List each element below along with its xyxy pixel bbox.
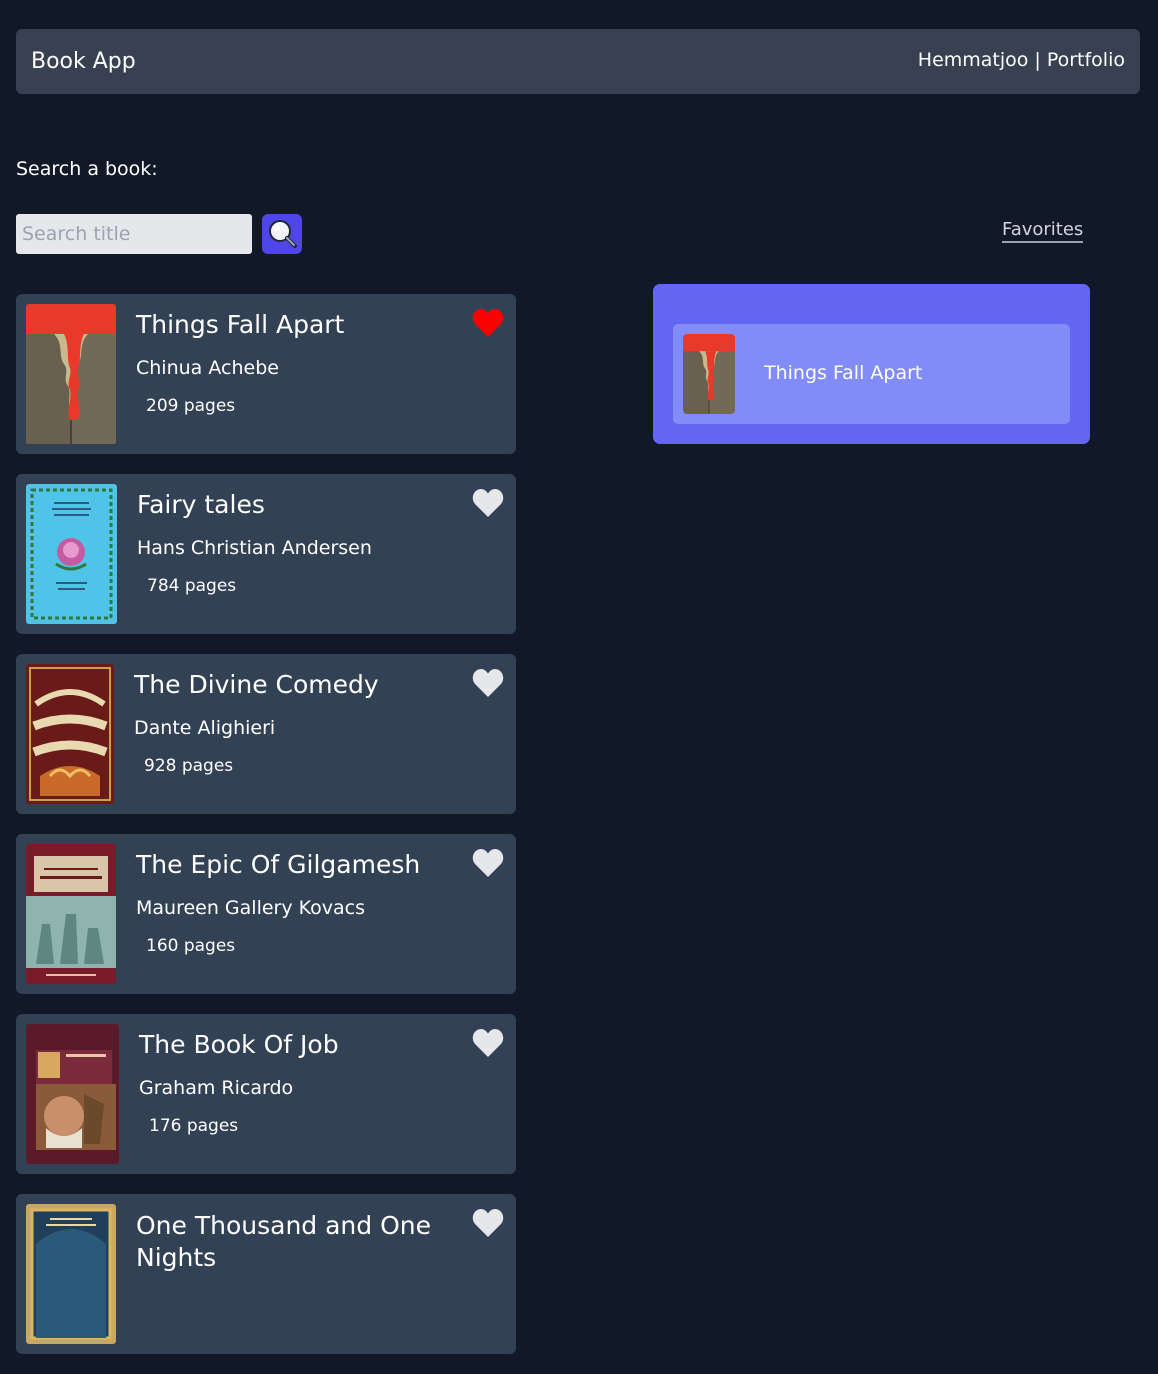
heart-icon[interactable] <box>472 1028 504 1058</box>
favorites-link[interactable]: Favorites <box>1002 219 1084 243</box>
book-pages: 160 pages <box>146 936 236 956</box>
portfolio-link[interactable]: Portfolio <box>1047 49 1125 71</box>
book-title: Things Fall Apart <box>136 310 345 339</box>
book-cover <box>26 1204 116 1344</box>
book-cover <box>26 1024 119 1164</box>
heart-icon[interactable] <box>472 668 504 698</box>
nav-links: Hemmatjoo | Portfolio <box>918 49 1125 71</box>
navbar: Book App Hemmatjoo | Portfolio <box>16 29 1140 94</box>
heart-icon[interactable] <box>472 488 504 518</box>
heart-icon[interactable] <box>472 1208 504 1238</box>
book-author: Graham Ricardo <box>139 1077 294 1099</box>
book-cover <box>26 664 114 804</box>
book-title: Fairy tales <box>137 490 265 519</box>
book-title: The Book Of Job <box>139 1030 339 1059</box>
book-card: Fairy tales Hans Christian Andersen 784 … <box>16 474 516 634</box>
book-author: Maureen Gallery Kovacs <box>136 897 366 919</box>
favorite-item[interactable]: Things Fall Apart <box>673 324 1070 424</box>
book-pages: 209 pages <box>146 396 236 416</box>
favorite-title: Things Fall Apart <box>764 362 923 384</box>
book-list: Things Fall Apart Chinua Achebe 209 page… <box>16 294 516 1374</box>
search-button[interactable] <box>262 214 302 254</box>
heart-filled-icon[interactable] <box>472 308 504 338</box>
book-pages: 928 pages <box>144 756 234 776</box>
favorite-cover <box>683 334 735 414</box>
book-cover <box>26 304 116 444</box>
book-pages: 784 pages <box>147 576 237 596</box>
book-title: One Thousand and One Nights <box>136 1211 431 1272</box>
magnifier-icon <box>269 220 297 248</box>
book-card: The Epic Of Gilgamesh Maureen Gallery Ko… <box>16 834 516 994</box>
book-title: The Divine Comedy <box>134 670 379 699</box>
book-cover <box>26 844 116 984</box>
author-link[interactable]: Hemmatjoo <box>918 49 1029 71</box>
book-card: Things Fall Apart Chinua Achebe 209 page… <box>16 294 516 454</box>
nav-separator: | <box>1034 48 1041 71</box>
book-card: The Divine Comedy Dante Alighieri 928 pa… <box>16 654 516 814</box>
book-card: The Book Of Job Graham Ricardo 176 pages <box>16 1014 516 1174</box>
heart-icon[interactable] <box>472 848 504 878</box>
book-author: Chinua Achebe <box>136 357 279 379</box>
brand-title[interactable]: Book App <box>31 49 136 74</box>
book-author: Hans Christian Andersen <box>137 537 372 559</box>
book-card: One Thousand and One Nights <box>16 1194 516 1354</box>
book-author: Dante Alighieri <box>134 717 276 739</box>
search-label: Search a book: <box>16 158 158 180</box>
book-cover <box>26 484 117 624</box>
favorites-panel: Things Fall Apart <box>653 284 1090 444</box>
book-pages: 176 pages <box>149 1116 239 1136</box>
search-input[interactable] <box>16 214 252 254</box>
book-title: The Epic Of Gilgamesh <box>136 850 421 879</box>
